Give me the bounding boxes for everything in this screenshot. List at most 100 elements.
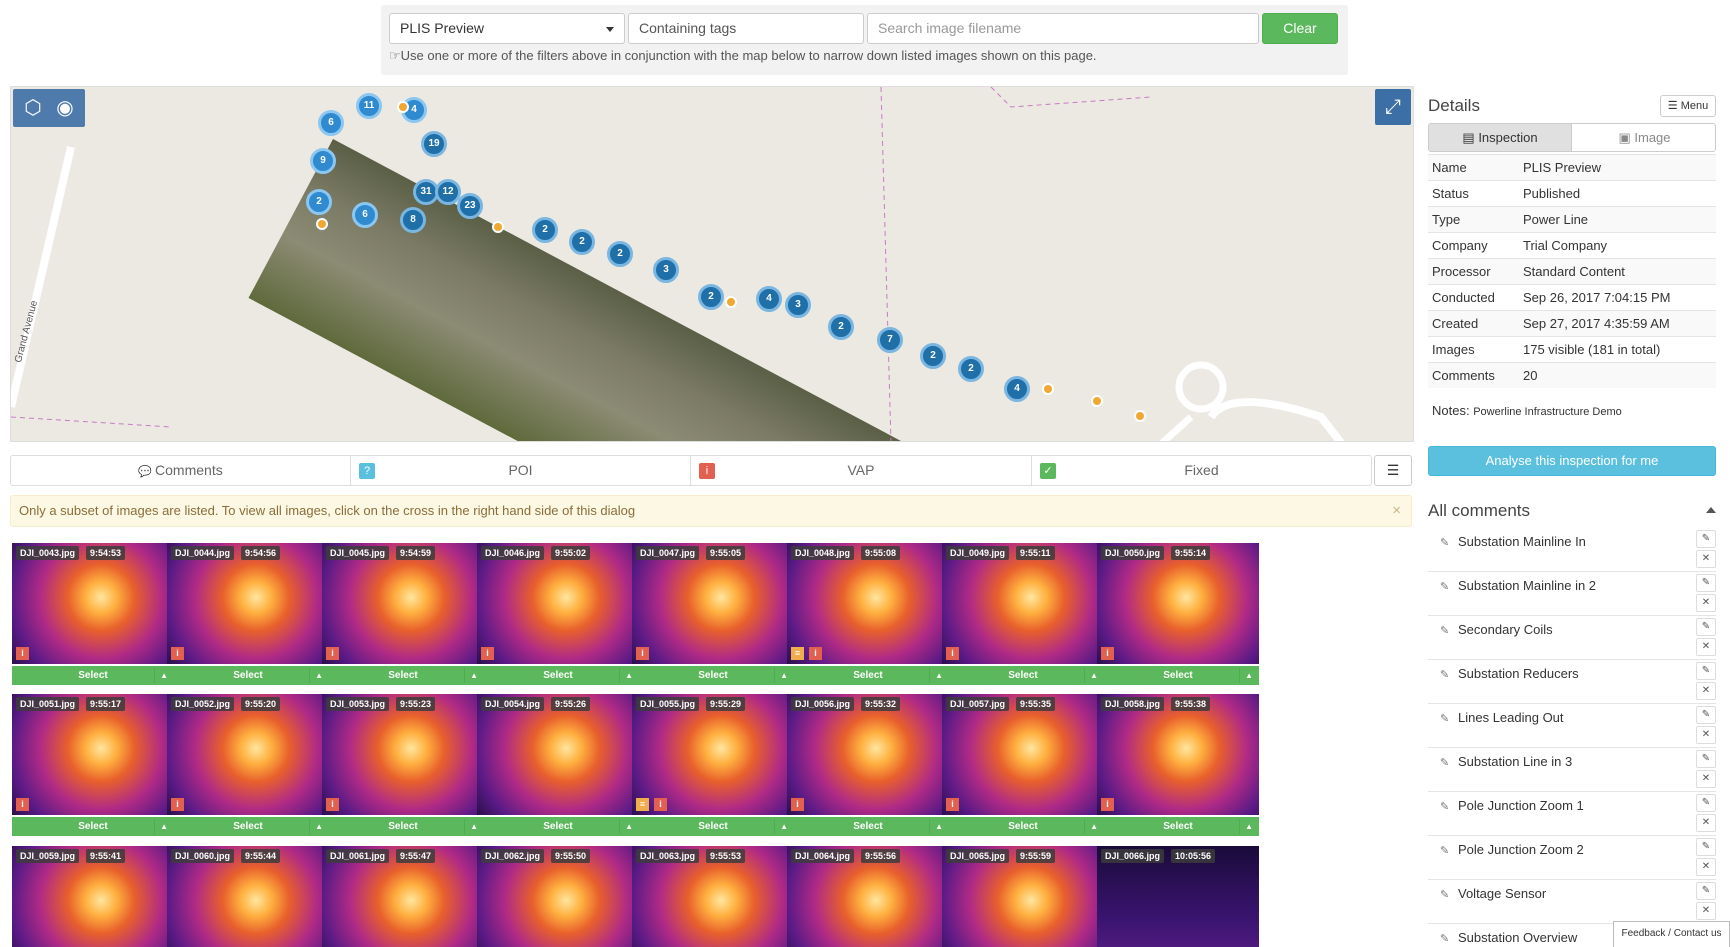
thermal-image-thumbnail[interactable]: DJI_0050.jpg 9:55:14 i <box>1097 543 1259 664</box>
image-card[interactable]: DJI_0052.jpg 9:55:20 i Select ▲ <box>167 694 329 836</box>
delete-icon[interactable]: ✕ <box>1696 814 1716 832</box>
thermal-image-thumbnail[interactable]: DJI_0055.jpg 9:55:29 ≡ i <box>632 694 794 815</box>
inspection-select[interactable]: PLIS Preview <box>389 13 625 44</box>
map-cluster-marker[interactable]: 2 <box>828 314 854 340</box>
map-cluster-marker[interactable]: 9 <box>310 148 336 174</box>
delete-icon[interactable]: ✕ <box>1696 902 1716 920</box>
select-button[interactable]: Select ▲ <box>787 817 949 836</box>
delete-icon[interactable]: ✕ <box>1696 550 1716 568</box>
tab-vap[interactable]: i VAP <box>691 456 1032 485</box>
image-card[interactable]: DJI_0046.jpg 9:55:02 i Select ▲ <box>477 543 639 685</box>
image-card[interactable]: DJI_0064.jpg 9:55:56 <box>787 846 949 947</box>
image-card[interactable]: DJI_0053.jpg 9:55:23 i Select ▲ <box>322 694 484 836</box>
image-card[interactable]: DJI_0054.jpg 9:55:26 Select ▲ <box>477 694 639 836</box>
tab-inspection[interactable]: ▤ Inspection <box>1429 124 1572 151</box>
thermal-image-thumbnail[interactable]: DJI_0061.jpg 9:55:47 <box>322 846 484 947</box>
select-button[interactable]: Select ▲ <box>942 817 1104 836</box>
tags-filter-input[interactable]: Containing tags <box>628 13 864 44</box>
comment-item[interactable]: ✎ Voltage Sensor ✎ ✕ <box>1428 880 1716 924</box>
edit-icon[interactable]: ✎ <box>1696 662 1716 680</box>
thermal-image-thumbnail[interactable]: DJI_0054.jpg 9:55:26 <box>477 694 639 815</box>
tab-image[interactable]: ▣ Image <box>1573 124 1716 151</box>
delete-icon[interactable]: ✕ <box>1696 682 1716 700</box>
select-button[interactable]: Select ▲ <box>322 817 484 836</box>
thermal-image-thumbnail[interactable]: DJI_0056.jpg 9:55:32 i <box>787 694 949 815</box>
image-card[interactable]: DJI_0045.jpg 9:54:59 i Select ▲ <box>322 543 484 685</box>
image-card[interactable]: DJI_0043.jpg 9:54:53 i Select ▲ <box>12 543 174 685</box>
observation-marker[interactable] <box>492 221 504 233</box>
comment-item[interactable]: ✎ Pole Junction Zoom 2 ✎ ✕ <box>1428 836 1716 880</box>
image-card[interactable]: DJI_0066.jpg 10:05:56 <box>1097 846 1259 947</box>
map-cluster-marker[interactable]: 6 <box>352 202 378 228</box>
feedback-button[interactable]: Feedback / Contact us <box>1613 921 1730 947</box>
map-cluster-marker[interactable]: 23 <box>457 193 483 219</box>
image-card[interactable]: DJI_0048.jpg 9:55:08 ≡ i Select ▲ <box>787 543 949 685</box>
caret-up-icon[interactable]: ▲ <box>1239 666 1253 685</box>
edit-icon[interactable]: ✎ <box>1696 574 1716 592</box>
observation-marker[interactable] <box>316 218 328 230</box>
image-card[interactable]: DJI_0063.jpg 9:55:53 <box>632 846 794 947</box>
edit-icon[interactable]: ✎ <box>1696 882 1716 900</box>
select-button[interactable]: Select ▲ <box>787 666 949 685</box>
image-card[interactable]: DJI_0060.jpg 9:55:44 <box>167 846 329 947</box>
thermal-image-thumbnail[interactable]: DJI_0053.jpg 9:55:23 i <box>322 694 484 815</box>
image-card[interactable]: DJI_0044.jpg 9:54:56 i Select ▲ <box>167 543 329 685</box>
thermal-image-thumbnail[interactable]: DJI_0043.jpg 9:54:53 i <box>12 543 174 664</box>
thermal-image-thumbnail[interactable]: DJI_0051.jpg 9:55:17 i <box>12 694 174 815</box>
image-card[interactable]: DJI_0065.jpg 9:55:59 <box>942 846 1104 947</box>
thermal-image-thumbnail[interactable]: DJI_0058.jpg 9:55:38 i <box>1097 694 1259 815</box>
select-button[interactable]: Select ▲ <box>12 817 174 836</box>
delete-icon[interactable]: ✕ <box>1696 726 1716 744</box>
observation-marker[interactable] <box>725 296 737 308</box>
select-button[interactable]: Select ▲ <box>167 666 329 685</box>
observation-marker[interactable] <box>1134 410 1146 422</box>
observation-marker[interactable] <box>1091 395 1103 407</box>
comment-item[interactable]: ✎ Pole Junction Zoom 1 ✎ ✕ <box>1428 792 1716 836</box>
select-button[interactable]: Select ▲ <box>477 666 639 685</box>
thermal-image-thumbnail[interactable]: DJI_0052.jpg 9:55:20 i <box>167 694 329 815</box>
tab-comments[interactable]: 💬 Comments <box>11 456 351 485</box>
select-button[interactable]: Select ▲ <box>322 666 484 685</box>
delete-icon[interactable]: ✕ <box>1696 594 1716 612</box>
map-cluster-marker[interactable]: 2 <box>532 217 558 243</box>
image-card[interactable]: DJI_0062.jpg 9:55:50 <box>477 846 639 947</box>
comment-item[interactable]: ✎ Lines Leading Out ✎ ✕ <box>1428 704 1716 748</box>
map-view[interactable]: Grand Avenue ⬡ ◉ ⤢ 6 11 4 19 9 31 12 23 … <box>10 86 1414 442</box>
map-cluster-marker[interactable]: 11 <box>356 93 382 119</box>
tab-fixed[interactable]: ✓ Fixed <box>1032 456 1371 485</box>
thermal-image-thumbnail[interactable]: DJI_0045.jpg 9:54:59 i <box>322 543 484 664</box>
image-card[interactable]: DJI_0056.jpg 9:55:32 i Select ▲ <box>787 694 949 836</box>
select-button[interactable]: Select ▲ <box>477 817 639 836</box>
map-cluster-marker[interactable]: 8 <box>400 207 426 233</box>
delete-icon[interactable]: ✕ <box>1696 638 1716 656</box>
target-icon[interactable]: ◉ <box>51 94 79 122</box>
map-cluster-marker[interactable]: 4 <box>1004 376 1030 402</box>
select-button[interactable]: Select ▲ <box>12 666 174 685</box>
edit-icon[interactable]: ✎ <box>1696 838 1716 856</box>
thermal-image-thumbnail[interactable]: DJI_0062.jpg 9:55:50 <box>477 846 639 947</box>
close-icon[interactable]: × <box>1392 496 1401 526</box>
image-card[interactable]: DJI_0055.jpg 9:55:29 ≡ i Select ▲ <box>632 694 794 836</box>
map-cluster-marker[interactable]: 4 <box>756 286 782 312</box>
thermal-image-thumbnail[interactable]: DJI_0046.jpg 9:55:02 i <box>477 543 639 664</box>
thermal-image-thumbnail[interactable]: DJI_0044.jpg 9:54:56 i <box>167 543 329 664</box>
comment-item[interactable]: ✎ Substation Mainline in 2 ✎ ✕ <box>1428 572 1716 616</box>
image-card[interactable]: DJI_0050.jpg 9:55:14 i Select ▲ <box>1097 543 1259 685</box>
list-view-button[interactable]: ☰ <box>1374 455 1412 486</box>
map-cluster-marker[interactable]: 6 <box>318 110 344 136</box>
map-cluster-marker[interactable]: 2 <box>569 229 595 255</box>
cube-icon[interactable]: ⬡ <box>19 94 47 122</box>
tab-poi[interactable]: ? POI <box>351 456 691 485</box>
thermal-image-thumbnail[interactable]: DJI_0057.jpg 9:55:35 i <box>942 694 1104 815</box>
comment-item[interactable]: ✎ Substation Line in 3 ✎ ✕ <box>1428 748 1716 792</box>
thermal-image-thumbnail[interactable]: DJI_0060.jpg 9:55:44 <box>167 846 329 947</box>
map-cluster-marker[interactable]: 2 <box>306 189 332 215</box>
filename-search-input[interactable]: Search image filename <box>867 13 1259 44</box>
map-cluster-marker[interactable]: 2 <box>607 241 633 267</box>
map-cluster-marker[interactable]: 2 <box>958 356 984 382</box>
image-card[interactable]: DJI_0047.jpg 9:55:05 i Select ▲ <box>632 543 794 685</box>
edit-icon[interactable]: ✎ <box>1696 706 1716 724</box>
select-button[interactable]: Select ▲ <box>1097 666 1259 685</box>
image-card[interactable]: DJI_0057.jpg 9:55:35 i Select ▲ <box>942 694 1104 836</box>
edit-icon[interactable]: ✎ <box>1696 530 1716 548</box>
